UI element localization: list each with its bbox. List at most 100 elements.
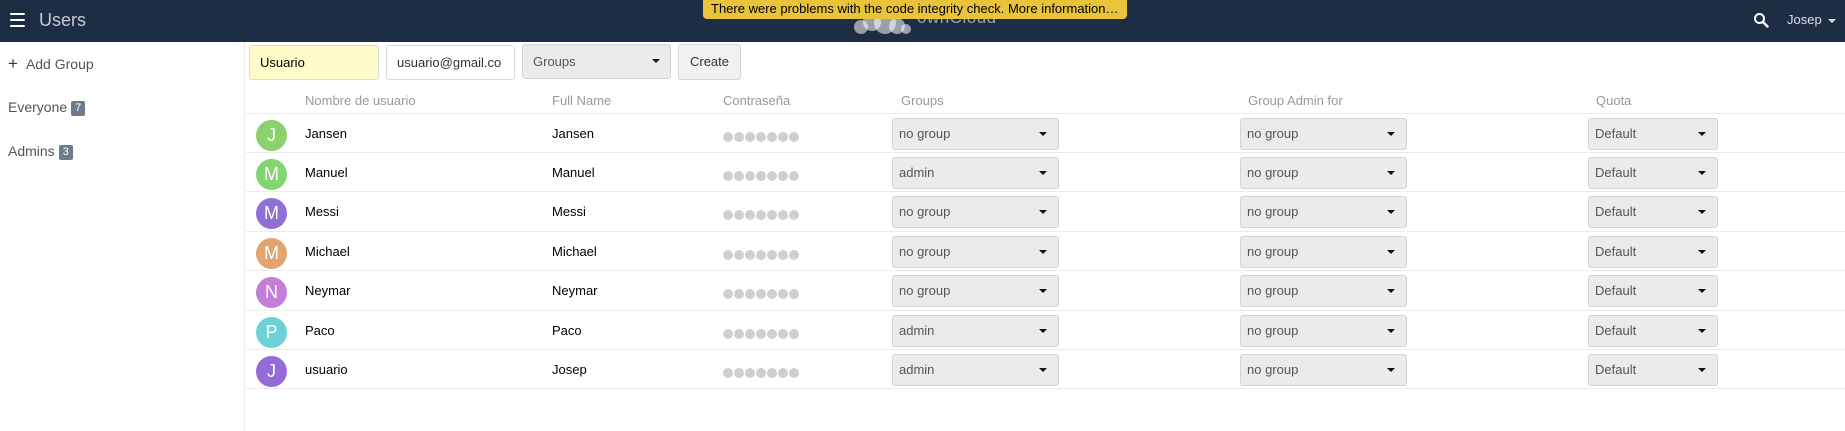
username-cell: Michael [305,244,350,259]
table-row: M Manuel Manuel admin no group Default [246,152,1845,192]
sidebar-item-everyone[interactable]: Everyone 7 [8,99,86,116]
username-cell: usuario [305,362,348,377]
full-name-cell[interactable]: Jansen [552,126,594,141]
groups-dropdown[interactable]: admin [892,157,1059,189]
avatar: M [256,238,287,269]
quota-dropdown[interactable]: Default [1588,196,1718,228]
caret-down-icon [1039,210,1047,214]
full-name-cell[interactable]: Messi [552,204,586,219]
quota-dropdown[interactable]: Default [1588,315,1718,347]
search-icon[interactable] [1753,12,1769,28]
new-email-input[interactable]: usuario@gmail.co [386,45,515,80]
quota-dropdown[interactable]: Default [1588,236,1718,268]
full-name-cell[interactable]: Michael [552,244,597,259]
table-row: M Michael Michael no group no group Defa… [246,231,1845,271]
quota-value: Default [1595,204,1637,219]
caret-down-icon [1387,289,1395,293]
full-name-cell[interactable]: Manuel [552,165,595,180]
sidebar-item-admins[interactable]: Admins 3 [8,143,73,160]
top-header: Users ownCloud There were problems with … [0,0,1845,42]
group-admin-value: no group [1247,126,1299,141]
password-field[interactable] [723,247,800,265]
password-field[interactable] [723,168,800,186]
avatar: M [256,159,287,190]
groups-dropdown[interactable]: admin [892,354,1059,386]
caret-down-icon [1698,329,1706,333]
groups-dropdown[interactable]: no group [892,196,1059,228]
group-admin-dropdown[interactable]: no group [1240,315,1407,347]
quota-value: Default [1595,126,1637,141]
quota-value: Default [1595,165,1637,180]
username-cell: Manuel [305,165,348,180]
groups-value: no group [899,244,951,259]
quota-value: Default [1595,283,1637,298]
group-admin-dropdown[interactable]: no group [1240,236,1407,268]
caret-down-icon [1827,18,1836,23]
groups-value: admin [899,323,935,338]
caret-down-icon [1039,132,1047,136]
caret-down-icon [1698,132,1706,136]
new-username-input[interactable]: Usuario [249,45,379,80]
column-header-username[interactable]: Nombre de usuario [305,93,416,108]
caret-down-icon [1387,250,1395,254]
user-menu[interactable]: Josep [1787,12,1836,27]
avatar: J [256,356,287,387]
caret-down-icon [1039,368,1047,372]
password-field[interactable] [723,365,800,383]
group-admin-dropdown[interactable]: no group [1240,157,1407,189]
table-row: J usuario Josep admin no group Default [246,349,1845,389]
group-admin-dropdown[interactable]: no group [1240,196,1407,228]
groups-value: no group [899,204,951,219]
full-name-cell[interactable]: Josep [552,362,587,377]
groups-dropdown[interactable]: no group [892,275,1059,307]
avatar: M [256,198,287,229]
caret-down-icon [1698,368,1706,372]
column-header-groups: Groups [901,93,944,108]
quota-dropdown[interactable]: Default [1588,354,1718,386]
menu-icon[interactable] [10,13,25,27]
column-header-full-name[interactable]: Full Name [552,93,611,108]
caret-down-icon [1387,368,1395,372]
group-admin-dropdown[interactable]: no group [1240,275,1407,307]
caret-down-icon [1039,289,1047,293]
new-user-groups-select[interactable]: Groups [522,44,671,79]
group-admin-value: no group [1247,204,1299,219]
username-cell: Jansen [305,126,347,141]
avatar: P [256,317,287,348]
create-button[interactable]: Create [678,44,741,80]
sidebar-item-label: Admins [8,143,55,159]
quota-value: Default [1595,323,1637,338]
groups-dropdown[interactable]: no group [892,236,1059,268]
column-header-password: Contraseña [723,93,791,108]
password-field[interactable] [723,207,800,225]
password-field[interactable] [723,129,800,147]
groups-select-label: Groups [533,54,576,69]
caret-down-icon [1698,171,1706,175]
avatar: J [256,120,287,151]
table-row: J Jansen Jansen no group no group Defaul… [246,113,1845,153]
sidebar: + Add Group Everyone 7 Admins 3 [0,42,245,431]
quota-dropdown[interactable]: Default [1588,157,1718,189]
count-badge: 3 [58,145,73,160]
quota-dropdown[interactable]: Default [1588,118,1718,150]
table-row: P Paco Paco admin no group Default [246,310,1845,350]
group-admin-dropdown[interactable]: no group [1240,354,1407,386]
full-name-cell[interactable]: Paco [552,323,582,338]
quota-value: Default [1595,244,1637,259]
column-header-group-admin: Group Admin for [1248,93,1343,108]
quota-dropdown[interactable]: Default [1588,275,1718,307]
group-admin-dropdown[interactable]: no group [1240,118,1407,150]
full-name-cell[interactable]: Neymar [552,283,598,298]
password-field[interactable] [723,286,800,304]
caret-down-icon [1387,132,1395,136]
caret-down-icon [1698,210,1706,214]
username-cell: Messi [305,204,339,219]
groups-dropdown[interactable]: admin [892,315,1059,347]
integrity-warning[interactable]: There were problems with the code integr… [703,0,1127,19]
caret-down-icon [1387,329,1395,333]
password-field[interactable] [723,326,800,344]
add-group-button[interactable]: + Add Group [8,54,94,74]
caret-down-icon [1039,171,1047,175]
groups-dropdown[interactable]: no group [892,118,1059,150]
username-cell: Paco [305,323,335,338]
